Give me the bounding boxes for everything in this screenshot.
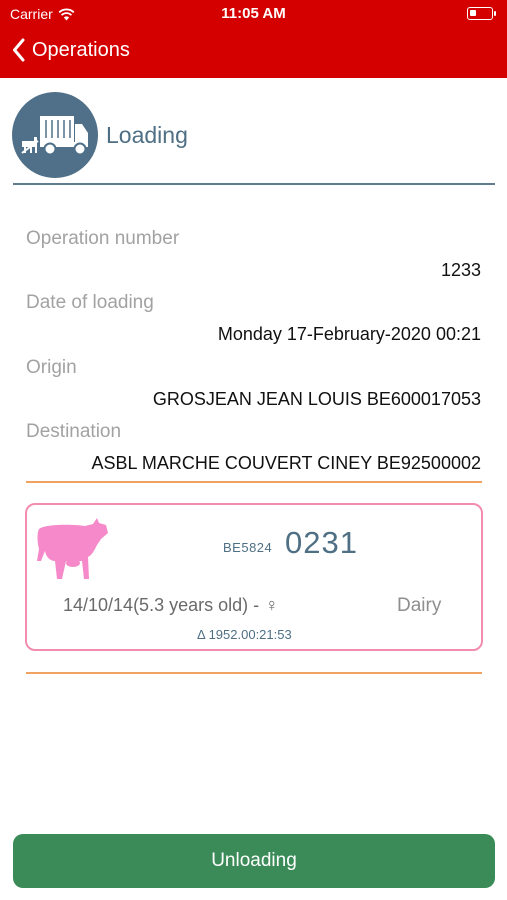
truck-icon: [12, 92, 98, 178]
section-divider-bottom: [26, 672, 482, 674]
destination-value: ASBL MARCHE COUVERT CINEY BE92500002: [91, 453, 481, 473]
origin-label: Origin: [26, 357, 77, 378]
battery-icon: [467, 7, 496, 20]
status-bar: Carrier 11:05 AM: [0, 0, 507, 28]
back-button[interactable]: Operations: [12, 38, 130, 62]
unloading-button[interactable]: Unloading: [13, 834, 495, 888]
screen-title: Loading: [106, 121, 188, 148]
female-icon: ♀: [265, 595, 279, 615]
destination-label: Destination: [26, 421, 122, 442]
screen-header: Loading: [12, 92, 188, 178]
animal-birth-info: 14/10/14(5.3 years old) - ♀: [63, 595, 279, 616]
animal-breed: Dairy: [397, 595, 442, 616]
operation-number-label: Operation number: [26, 228, 180, 249]
chevron-left-icon: [13, 38, 25, 62]
animal-id-number: 0231: [285, 525, 358, 560]
header-divider: [13, 183, 495, 185]
operation-number-value: 1233: [440, 260, 481, 280]
birth-date-age: 14/10/14(5.3 years old) -: [63, 595, 260, 615]
animal-id-prefix: BE5824: [223, 540, 273, 555]
origin-value: GROSJEAN JEAN LOUIS BE600017053: [152, 389, 481, 409]
back-button-label: Operations: [32, 38, 130, 61]
animal-delta: Δ 1952.00:21:53: [197, 627, 292, 642]
date-of-loading-value: Monday 17-February-2020 00:21: [217, 324, 481, 344]
clock: 11:05 AM: [221, 5, 286, 22]
navigation-bar: Carrier 11:05 AM Operations: [0, 0, 507, 78]
date-of-loading-label: Date of loading: [26, 292, 154, 313]
section-divider: [26, 481, 482, 483]
animal-card[interactable]: BE5824 0231 14/10/14(5.3 years old) - ♀ …: [25, 503, 483, 651]
cow-icon: [37, 518, 108, 579]
